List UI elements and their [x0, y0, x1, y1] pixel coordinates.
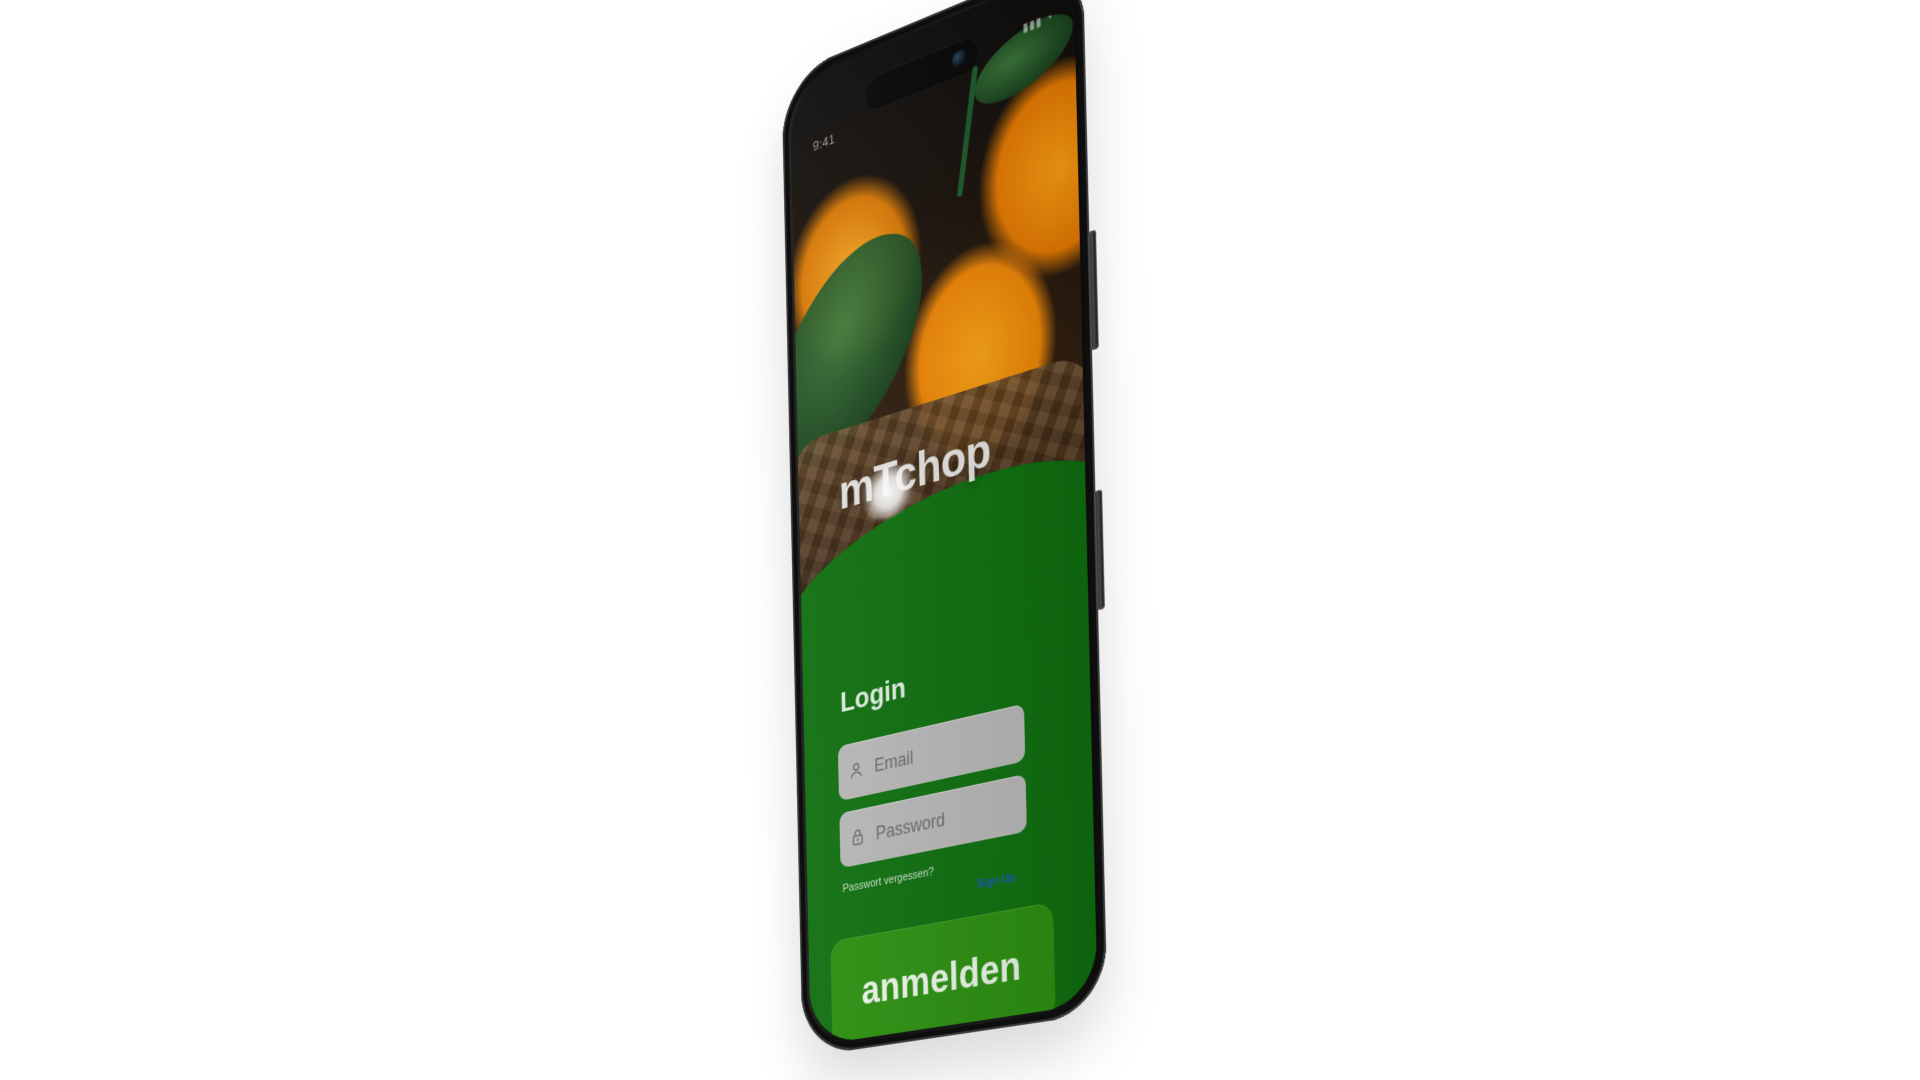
stage: 9:41 ▮▮▮ ◔ mTchop Login Email Passwort v… [0, 0, 1920, 1080]
password-input[interactable] [874, 793, 1016, 846]
side-button-volume-up [1088, 229, 1099, 350]
camera-icon [952, 48, 967, 70]
phone-mockup: 9:41 ▮▮▮ ◔ mTchop Login Email Passwort v… [781, 0, 1107, 1057]
lock-icon [850, 826, 866, 847]
phone-screen: 9:41 ▮▮▮ ◔ mTchop Login Email Passwort v… [790, 0, 1098, 1046]
side-button-volume-down [1094, 489, 1105, 610]
user-icon [848, 759, 864, 781]
